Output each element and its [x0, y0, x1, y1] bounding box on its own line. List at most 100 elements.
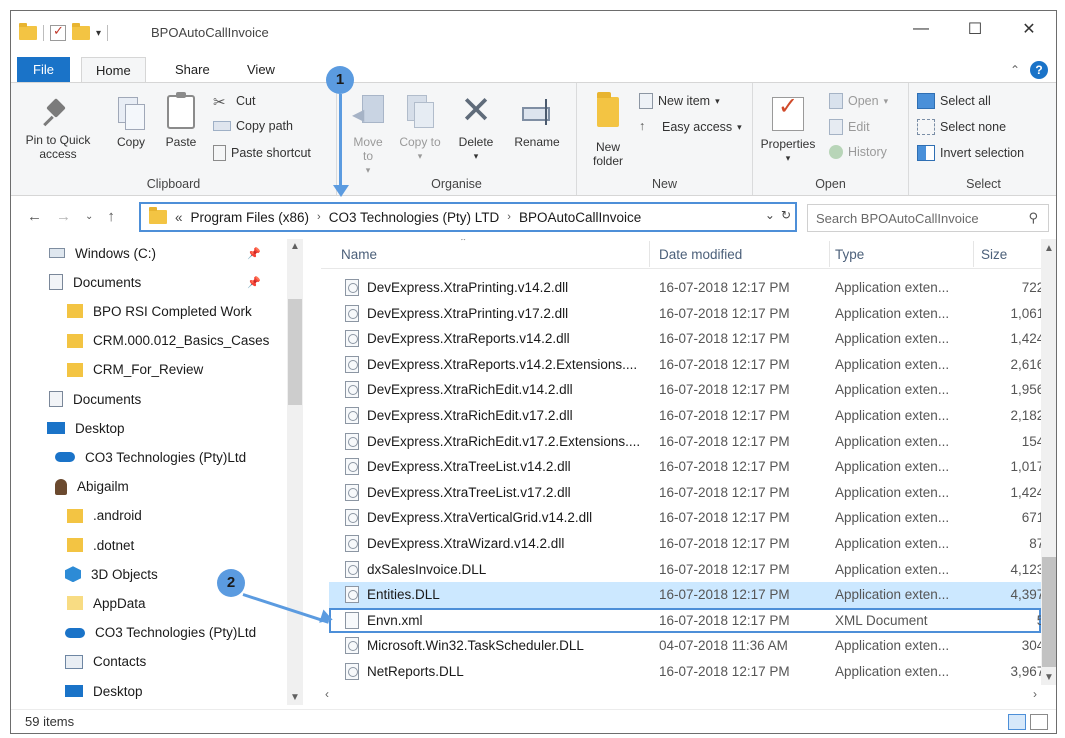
table-row[interactable]: DevExpress.XtraPrinting.v14.2.dll 16-07-2… [329, 275, 1055, 301]
nav-item[interactable]: Contacts [65, 650, 281, 674]
table-row[interactable]: DevExpress.XtraReports.v14.2.Extensions.… [329, 352, 1055, 378]
refresh-icon[interactable]: ↻ [781, 208, 791, 222]
up-arrow-icon[interactable]: ↑ [107, 208, 115, 226]
select-none-button[interactable]: Select none [917, 119, 1006, 135]
table-row[interactable]: DevExpress.XtraTreeList.v17.2.dll 16-07-2… [329, 480, 1055, 506]
table-row[interactable]: DevExpress.XtraVerticalGrid.v14.2.dll 16-… [329, 505, 1055, 531]
details-view-icon[interactable] [1008, 714, 1026, 730]
table-row[interactable]: Envn.xml16-07-2018 12:17 PMXML Document5… [329, 607, 1055, 634]
minimize-button[interactable]: — [894, 11, 948, 47]
delete-button[interactable]: ✕ Delete ▾ [451, 92, 501, 163]
nav-item[interactable]: 3D Objects [65, 562, 281, 586]
scroll-down-icon[interactable]: ▼ [1044, 672, 1054, 683]
scroll-left-icon[interactable]: ‹ [325, 687, 329, 701]
new-folder-icon[interactable] [72, 23, 90, 40]
properties-check-icon[interactable] [50, 23, 66, 41]
file-name: DevExpress.XtraReports.v14.2.dll [367, 331, 570, 347]
breadcrumb-co3-technologies[interactable]: CO3 Technologies (Pty) LTD [329, 210, 500, 225]
nav-item[interactable]: Abigailm [55, 475, 281, 499]
table-row[interactable]: DevExpress.XtraRichEdit.v14.2.dll 16-07-2… [329, 377, 1055, 403]
nav-item[interactable]: CRM_For_Review [67, 358, 281, 382]
move-to-button[interactable]: Move to ▾ [347, 95, 389, 177]
properties-label: Properties [760, 137, 816, 151]
file-list-scrollbar[interactable]: ▲ ▼ [1041, 239, 1056, 685]
breadcrumb-chevron-icon[interactable]: › [317, 211, 321, 223]
tab-view[interactable]: View [233, 57, 289, 83]
help-icon[interactable]: ? [1030, 61, 1048, 79]
nav-item[interactable]: BPO RSI Completed Work [67, 299, 281, 323]
address-history-chevron-icon[interactable]: ⌄ [765, 208, 775, 222]
nav-item[interactable]: CO3 Technologies (Pty)Ltd [55, 445, 281, 469]
table-row[interactable]: DevExpress.XtraRichEdit.v17.2.Extensions… [329, 429, 1055, 455]
copy-to-label: Copy to [399, 135, 441, 149]
table-row[interactable] [329, 257, 1041, 271]
table-row[interactable]: DevExpress.XtraPrinting.v17.2.dll 16-07-2… [329, 301, 1055, 327]
nav-item[interactable]: Desktop [47, 416, 281, 440]
table-row[interactable]: DevExpress.XtraWizard.v14.2.dll 16-07-201… [329, 531, 1055, 557]
nav-item[interactable]: Desktop [65, 679, 281, 703]
table-row[interactable]: DevExpress.XtraRichEdit.v17.2.dll 16-07-2… [329, 403, 1055, 429]
nav-item[interactable]: Documents 📌 [49, 270, 281, 294]
open-button[interactable]: Open ▾ [829, 93, 888, 109]
pin-to-quick-access-button[interactable]: Pin to Quick access [21, 97, 95, 161]
breadcrumb-bpoautocallinvoice[interactable]: BPOAutoCallInvoice [519, 210, 641, 225]
paste-shortcut-button[interactable]: Paste shortcut [213, 145, 311, 161]
copy-path-button[interactable]: Copy path [213, 119, 293, 133]
select-all-button[interactable]: Select all [917, 93, 991, 109]
cut-button[interactable]: ✂ Cut [213, 93, 255, 111]
scroll-up-icon[interactable]: ▲ [290, 241, 300, 252]
nav-item[interactable]: .android [67, 504, 281, 528]
large-icons-view-icon[interactable] [1030, 714, 1048, 730]
search-placeholder: Search BPOAutoCallInvoice [816, 210, 979, 226]
address-overflow[interactable]: « [175, 210, 183, 225]
table-row[interactable]: DevExpress.XtraTreeList.v14.2.dll 16-07-2… [329, 454, 1055, 480]
table-row[interactable]: DevExpress.XtraReports.v14.2.dll 16-07-20… [329, 326, 1055, 352]
edit-button[interactable]: Edit [829, 119, 870, 135]
rename-button[interactable]: Rename [507, 95, 567, 149]
paste-button[interactable]: Paste [159, 92, 203, 149]
collapse-ribbon-chevron-icon[interactable]: ⌃ [1010, 63, 1020, 77]
nav-item[interactable]: Windows (C:) 📌 [49, 241, 281, 265]
close-button[interactable]: ✕ [1002, 11, 1056, 47]
nav-item[interactable]: CO3 Technologies (Pty)Ltd [65, 621, 281, 645]
tab-home[interactable]: Home [81, 57, 146, 83]
file-type: Application exten... [835, 433, 950, 449]
invert-selection-button[interactable]: Invert selection [917, 145, 1024, 161]
table-row[interactable]: dxSalesInvoice.DLL 16-07-2018 12:17 PM App… [329, 557, 1055, 583]
table-row[interactable]: NetReports.DLL 16-07-2018 12:17 PM Applica… [329, 659, 1055, 685]
table-row[interactable]: Microsoft.Win32.TaskScheduler.DLL 04-07-2… [329, 633, 1055, 659]
tab-file[interactable]: File [17, 57, 70, 83]
properties-button[interactable]: Properties ▾ [753, 97, 823, 165]
breadcrumb-program-files[interactable]: Program Files (x86) [191, 210, 310, 225]
table-row[interactable]: Entities.DLL 16-07-2018 12:17 PM Applicati… [329, 582, 1055, 608]
horizontal-scrollbar[interactable]: ‹ › [321, 687, 1041, 703]
nav-item-label: 3D Objects [91, 566, 158, 582]
navigation-pane-scrollbar[interactable]: ▲ ▼ [287, 239, 303, 705]
scroll-right-icon[interactable]: › [1033, 687, 1037, 701]
nav-item[interactable]: .dotnet [67, 533, 281, 557]
title-bar: ▾ BPOAutoCallInvoice — ☐ ✕ [11, 11, 1056, 53]
nav-item[interactable]: Documents [49, 387, 281, 411]
callout-badge-2: 2 [217, 569, 245, 597]
maximize-button[interactable]: ☐ [948, 11, 1002, 47]
copy-to-button[interactable]: Copy to ▾ [399, 95, 441, 163]
forward-arrow-icon[interactable]: → [56, 208, 71, 226]
easy-access-button[interactable]: ↑ Easy access ▾ [639, 119, 742, 135]
back-arrow-icon[interactable]: ← [27, 208, 42, 226]
scroll-thumb[interactable] [288, 299, 302, 405]
breadcrumb-chevron-icon[interactable]: › [507, 211, 511, 223]
scroll-down-icon[interactable]: ▼ [290, 692, 300, 703]
search-input[interactable]: Search BPOAutoCallInvoice ⚲ [807, 204, 1049, 232]
scroll-thumb[interactable] [1042, 557, 1056, 667]
file-name: DevExpress.XtraRichEdit.v17.2.Extensions… [367, 433, 641, 449]
nav-item[interactable]: CRM.000.012_Basics_Cases [67, 329, 281, 353]
scroll-up-icon[interactable]: ▲ [1044, 243, 1054, 254]
tab-share[interactable]: Share [161, 57, 224, 83]
new-folder-button[interactable]: New folder [583, 92, 633, 168]
recent-locations-chevron-icon[interactable]: ⌄ [85, 208, 93, 226]
address-bar[interactable]: « Program Files (x86) › CO3 Technologies… [139, 202, 797, 232]
new-item-button[interactable]: New item ▾ [639, 93, 720, 109]
copy-button[interactable]: Copy [111, 97, 151, 149]
customize-toolbar-chevron-icon[interactable]: ▾ [96, 28, 101, 39]
history-button[interactable]: History [829, 145, 887, 159]
